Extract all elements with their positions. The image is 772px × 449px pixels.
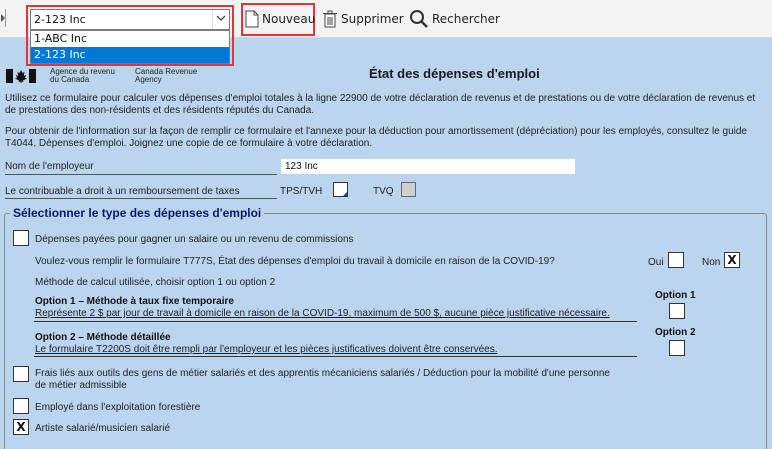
form-title: État des dépenses d'emploi xyxy=(369,66,540,81)
search-icon xyxy=(410,10,428,28)
salary-expenses-checkbox[interactable] xyxy=(13,230,29,246)
new-button[interactable]: Nouveau xyxy=(245,8,315,30)
t777s-oui-checkbox[interactable] xyxy=(668,252,684,268)
option1-underline xyxy=(34,321,637,322)
client-dropdown-list: 1-ABC Inc 2-123 Inc xyxy=(30,30,230,64)
client-option-123[interactable]: 2-123 Inc xyxy=(31,47,229,63)
option1-title: Option 1 – Méthode à taux fixe temporair… xyxy=(35,296,234,307)
expense-type-group xyxy=(4,213,767,449)
method-label: Méthode de calcul utilisée, choisir opti… xyxy=(35,277,276,288)
forestry-checkbox[interactable] xyxy=(13,398,29,414)
forestry-label: Employé dans l'exploitation forestière xyxy=(35,402,201,413)
tax-refund-label: Le contribuable a droit à un rembourseme… xyxy=(5,186,240,197)
intro-paragraph-2: Pour obtenir de l'information sur la faç… xyxy=(5,126,747,149)
option1-checkbox[interactable] xyxy=(669,303,685,319)
toolbar: 2-123 Inc 1-ABC Inc 2-123 Inc Nouveau Su… xyxy=(0,0,772,66)
intro-paragraph-1: Utilisez ce formulaire pour calculer vos… xyxy=(5,93,756,116)
artist-label: Artiste salarié/musicien salarié xyxy=(35,423,171,434)
employer-underline xyxy=(5,174,277,175)
non-label: Non xyxy=(702,257,721,268)
option1-heading: Option 1 xyxy=(655,290,696,301)
new-button-label: Nouveau xyxy=(262,12,316,26)
new-document-icon xyxy=(245,10,259,28)
option2-description: Le formulaire T2200S doit être rempli pa… xyxy=(35,344,498,355)
tools-expenses-label: Frais liés aux outils des gens de métier… xyxy=(35,368,610,391)
delete-button-label: Supprimer xyxy=(341,12,404,26)
tvq-label: TVQ xyxy=(373,186,394,197)
canada-flag-icon xyxy=(6,69,36,83)
option2-title: Option 2 – Méthode détaillée xyxy=(35,332,171,343)
employer-name-field[interactable]: 123 Inc xyxy=(281,159,575,174)
option1-description: Représente 2 $ par jour de travail à dom… xyxy=(35,308,610,319)
trash-icon xyxy=(323,10,337,28)
tax-refund-underline xyxy=(5,198,277,199)
option2-checkbox[interactable] xyxy=(669,340,685,356)
client-option-abc[interactable]: 1-ABC Inc xyxy=(31,31,229,47)
tps-label: TPS/TVH xyxy=(280,186,323,197)
search-button-label: Rechercher xyxy=(432,12,500,26)
option2-underline xyxy=(34,356,637,357)
client-combobox[interactable]: 2-123 Inc xyxy=(30,9,230,30)
option2-heading: Option 2 xyxy=(655,327,696,338)
t777s-non-checkbox[interactable]: X xyxy=(724,252,740,268)
agency-name-en: Canada Revenue Agency xyxy=(135,67,198,84)
expense-type-legend: Sélectionner le type des dépenses d'empl… xyxy=(10,206,265,220)
oui-label: Oui xyxy=(648,257,664,268)
salary-expenses-label: Dépenses payées pour gagner un salaire o… xyxy=(35,234,354,245)
delete-button[interactable]: Supprimer xyxy=(322,8,404,30)
toolbar-grip-icon[interactable] xyxy=(0,9,6,27)
tools-expenses-checkbox[interactable] xyxy=(13,366,29,382)
t777s-question: Voulez-vous remplir le formulaire T777S,… xyxy=(35,256,555,267)
artist-checkbox[interactable]: X xyxy=(13,419,29,435)
tvq-checkbox[interactable] xyxy=(401,182,416,197)
search-button[interactable]: Rechercher xyxy=(409,8,500,30)
tps-checkbox[interactable] xyxy=(333,182,348,197)
client-combobox-value: 2-123 Inc xyxy=(34,13,86,26)
chevron-down-icon[interactable] xyxy=(212,10,229,29)
agency-name-fr: Agence du revenu du Canada xyxy=(50,67,115,84)
employer-label: Nom de l'employeur xyxy=(5,161,94,172)
